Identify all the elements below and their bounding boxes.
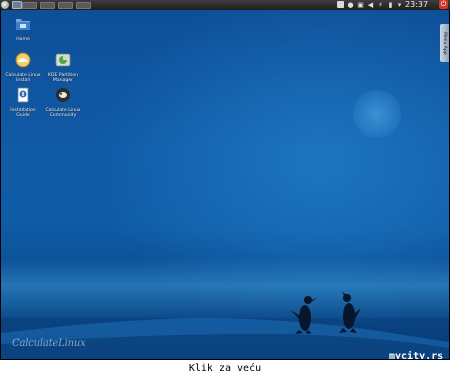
network-icon[interactable]: ● (347, 1, 354, 9)
battery-icon[interactable]: ▮ (387, 1, 394, 9)
desktop-icon-home[interactable]: Home (1, 16, 45, 42)
wallpaper-penguins (291, 292, 361, 334)
widget-panel-tab[interactable]: Menu App (440, 24, 449, 62)
desktop[interactable]: Home Calculate Linux Install KDE Partiti… (1, 10, 449, 359)
screenshot: Home Calculate Linux Install KDE Partiti… (0, 0, 450, 376)
wallpaper-logo: CalculateLinux (12, 338, 86, 349)
watermark-text: mycity.rs (389, 351, 444, 359)
community-icon (56, 88, 70, 102)
task-button[interactable] (12, 1, 22, 9)
desktop-icon-installation-guide[interactable]: Installation Guide (1, 87, 45, 119)
desktop-icon-label: KDE Partition Manager (47, 73, 79, 84)
desktop-icon-kde-partition-manager[interactable]: KDE Partition Manager (41, 52, 85, 84)
desktop-icon-label: Calculate Linux Install (5, 73, 41, 84)
desktop-icon-label: Calculate Linux Community (45, 108, 81, 119)
power-icon[interactable]: ⏻ (439, 0, 448, 9)
clipboard-icon[interactable]: ▣ (357, 1, 364, 9)
app-launcher-button[interactable] (1, 1, 9, 9)
pager-desktop[interactable] (22, 2, 37, 9)
volume-icon[interactable]: ◀ (367, 1, 374, 9)
clock[interactable]: 23:37 (405, 0, 428, 10)
desktop-icon-calculate-linux-community[interactable]: Calculate Linux Community (41, 87, 85, 119)
image-caption-link[interactable]: Klik za veću (0, 361, 450, 376)
usb-icon[interactable]: ⚡ (377, 1, 384, 9)
guide-icon (17, 87, 29, 103)
folder-icon (16, 19, 30, 30)
desktop-icon-label: Home (16, 37, 30, 42)
wallpaper-shore (1, 317, 449, 359)
desktop-icon-label: Installation Guide (10, 108, 36, 119)
pager-desktop[interactable] (76, 2, 91, 9)
pager-desktop[interactable] (58, 2, 73, 9)
notification-icon[interactable]: ▾ (396, 1, 403, 9)
pager-desktop[interactable] (40, 2, 55, 9)
taskbar: ● ▣ ◀ ⚡ ▮ ▾ 23:37 ⏻ (0, 0, 450, 10)
wallpaper-moon (353, 90, 401, 138)
partition-icon (55, 53, 71, 67)
desktop-icon-calculate-linux-install[interactable]: Calculate Linux Install (1, 52, 45, 84)
document-icon[interactable] (337, 1, 344, 8)
installer-icon (15, 52, 31, 68)
desktop-pager[interactable] (22, 2, 91, 9)
